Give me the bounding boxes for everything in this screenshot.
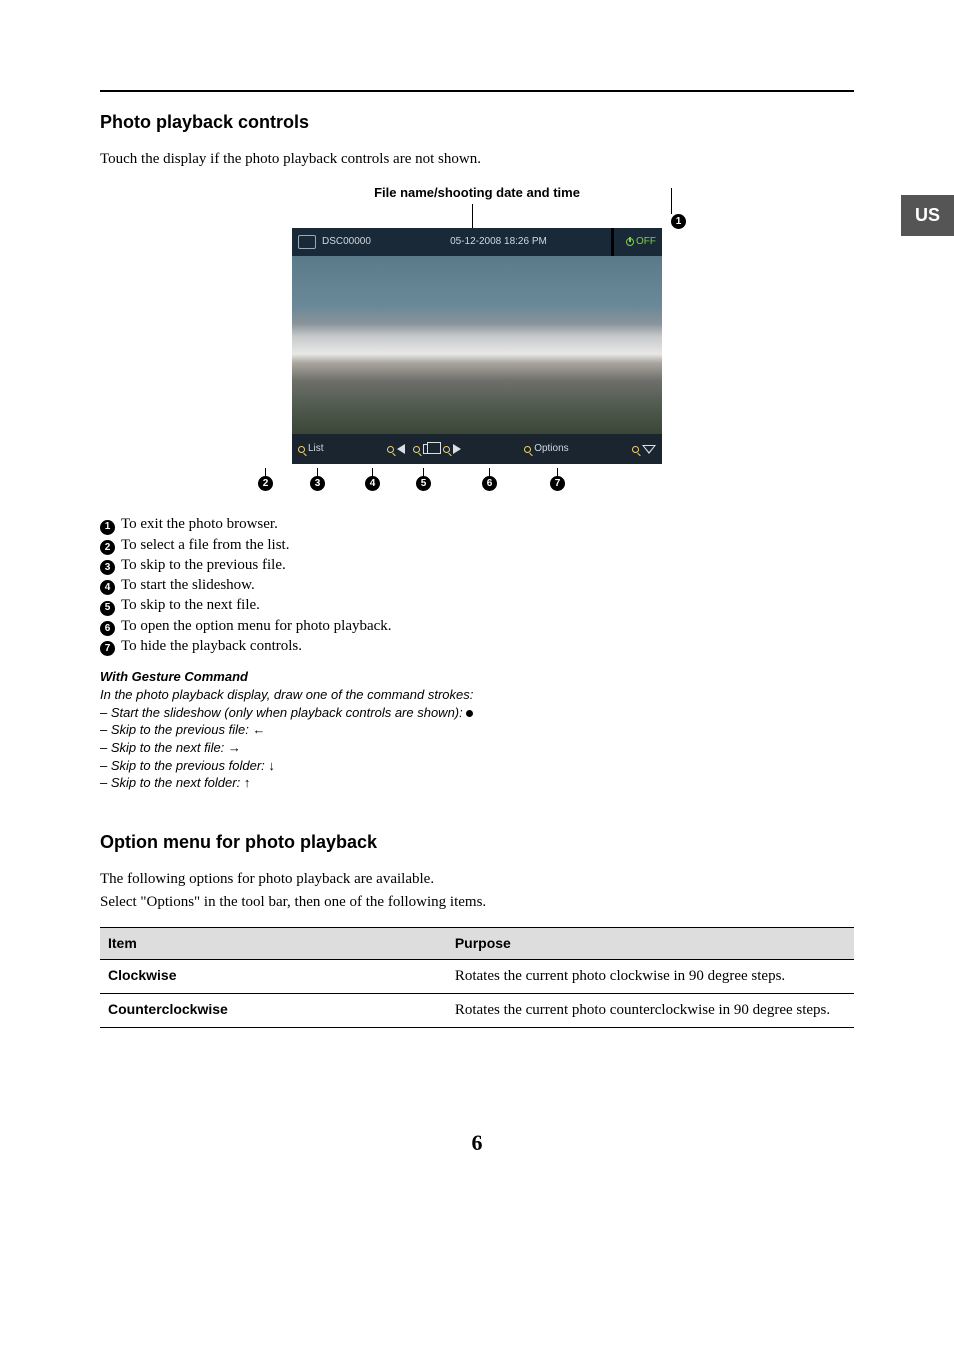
table-head-purpose: Purpose: [447, 927, 854, 960]
dot-icon: [466, 710, 473, 717]
arrow-left-icon: ←: [252, 722, 265, 737]
legend-num-1: 1: [100, 520, 115, 535]
options-button[interactable]: Options: [524, 442, 568, 456]
magnifier-icon: [632, 446, 639, 453]
magnifier-icon: [443, 446, 450, 453]
gesture-item-1: – Skip to the previous file: ←: [100, 721, 854, 739]
list-button[interactable]: List: [298, 442, 324, 456]
callout-4: 4: [365, 476, 380, 491]
option-intro-1: The following options for photo playback…: [100, 869, 854, 890]
magnifier-icon: [387, 446, 394, 453]
callout-1: 1: [671, 214, 686, 229]
file-name: DSC00000: [322, 235, 371, 249]
legend-num-5: 5: [100, 601, 115, 616]
callout-5: 5: [416, 476, 431, 491]
date-time: 05-12-2008 18:26 PM: [450, 235, 547, 249]
legend-text-5: To skip to the next file.: [121, 595, 260, 615]
gesture-item-2: – Skip to the next file: →: [100, 739, 854, 757]
language-tab: US: [901, 195, 954, 236]
legend-text-1: To exit the photo browser.: [121, 514, 278, 534]
purpose-counterclockwise: Rotates the current photo counterclockwi…: [447, 994, 854, 1028]
header-separator: [611, 228, 614, 256]
table-row: Counterclockwise Rotates the current pho…: [100, 994, 854, 1028]
purpose-clockwise: Rotates the current photo clockwise in 9…: [447, 960, 854, 994]
off-label: OFF: [636, 235, 656, 249]
magnifier-icon: [298, 446, 305, 453]
previous-button[interactable]: [387, 444, 405, 454]
off-button[interactable]: OFF: [626, 235, 656, 249]
photo-mode-icon: [298, 235, 316, 249]
arrow-down-icon: ↓: [268, 758, 275, 773]
table-head-item: Item: [100, 927, 447, 960]
legend-text-7: To hide the playback controls.: [121, 636, 302, 656]
arrow-right-icon: →: [228, 740, 241, 755]
option-intro-2: Select "Options" in the tool bar, then o…: [100, 892, 854, 913]
section-title-photo-controls: Photo playback controls: [100, 110, 854, 135]
legend-num-2: 2: [100, 540, 115, 555]
gesture-item-4: – Skip to the next folder: ↑: [100, 774, 854, 792]
callout-6: 6: [482, 476, 497, 491]
section-intro: Touch the display if the photo playback …: [100, 149, 854, 170]
screenshot-figure: File name/shooting date and time 1 DSC00…: [100, 184, 854, 494]
legend-num-4: 4: [100, 580, 115, 595]
gesture-item-3: – Skip to the previous folder: ↓: [100, 757, 854, 775]
options-table: Item Purpose Clockwise Rotates the curre…: [100, 927, 854, 1029]
legend-text-4: To start the slideshow.: [121, 575, 255, 595]
chevron-down-icon: [642, 445, 656, 454]
section-title-option-menu: Option menu for photo playback: [100, 830, 854, 855]
legend-num-7: 7: [100, 641, 115, 656]
callout-7: 7: [550, 476, 565, 491]
magnifier-icon: [524, 446, 531, 453]
next-icon: [453, 444, 461, 454]
figure-caption: File name/shooting date and time: [374, 184, 580, 202]
slideshow-icon: [423, 444, 435, 454]
next-button[interactable]: [443, 444, 461, 454]
legend-text-2: To select a file from the list.: [121, 535, 289, 555]
callout-2: 2: [258, 476, 273, 491]
gesture-block: With Gesture Command In the photo playba…: [100, 668, 854, 791]
legend-text-6: To open the option menu for photo playba…: [121, 616, 392, 636]
gesture-title: With Gesture Command: [100, 668, 854, 686]
legend-text-3: To skip to the previous file.: [121, 555, 286, 575]
hide-controls-button[interactable]: [632, 445, 656, 454]
top-rule: [100, 90, 854, 92]
photo-image: [292, 256, 662, 434]
legend-list: 1 To exit the photo browser. 2 To select a…: [100, 514, 854, 656]
gesture-item-0: – Start the slideshow (only when playbac…: [100, 704, 854, 722]
arrow-up-icon: ↑: [244, 775, 251, 790]
gesture-intro: In the photo playback display, draw one …: [100, 686, 854, 704]
options-label: Options: [534, 442, 568, 456]
item-counterclockwise: Counterclockwise: [100, 994, 447, 1028]
magnifier-icon: [413, 446, 420, 453]
callout-3: 3: [310, 476, 325, 491]
screenshot: 1 DSC00000 05-12-2008 18:26 PM OFF List: [292, 204, 662, 494]
legend-num-3: 3: [100, 560, 115, 575]
playback-toolbar: List Options: [292, 434, 662, 464]
previous-icon: [397, 444, 405, 454]
caption-leader-line: [472, 204, 473, 228]
list-label: List: [308, 442, 324, 456]
legend-num-6: 6: [100, 621, 115, 636]
slideshow-button[interactable]: [413, 444, 435, 454]
item-clockwise: Clockwise: [100, 960, 447, 994]
power-icon: [626, 238, 634, 246]
screenshot-header: DSC00000 05-12-2008 18:26 PM OFF: [292, 228, 662, 256]
page-number: 6: [100, 1128, 854, 1159]
table-row: Clockwise Rotates the current photo cloc…: [100, 960, 854, 994]
